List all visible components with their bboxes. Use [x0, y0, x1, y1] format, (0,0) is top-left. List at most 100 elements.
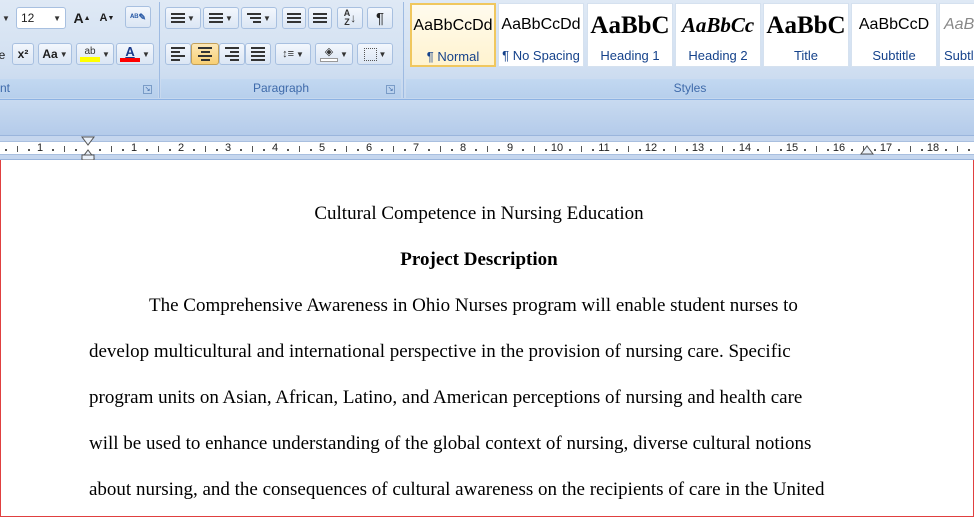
ruler-dot	[639, 149, 641, 151]
align-left-icon	[171, 47, 185, 61]
group-separator	[403, 2, 404, 98]
ruler-half-tick	[393, 146, 394, 152]
ruler-half-tick	[205, 146, 206, 152]
font-size-dropdown[interactable]: 12 ▼	[16, 7, 66, 29]
ruler-dot	[898, 149, 900, 151]
chevron-down-icon: ▼	[225, 13, 233, 23]
chevron-down-icon: ▼	[59, 49, 68, 59]
borders-button[interactable]: ▼	[357, 43, 393, 65]
ruler-number: 10	[550, 142, 564, 154]
ruler-dot	[945, 149, 947, 151]
numbering-button[interactable]: ▼	[203, 7, 239, 29]
ruler-dot	[5, 149, 7, 151]
increase-indent-button[interactable]	[308, 7, 332, 29]
shrink-font-button[interactable]: A ▼	[96, 7, 118, 29]
ruler-dot	[475, 149, 477, 151]
right-indent-marker[interactable]	[860, 143, 874, 155]
ruler-number: 18	[926, 142, 940, 154]
style-heading-2[interactable]: AaBbCc Heading 2	[675, 3, 761, 67]
font-group-label-text: nt	[0, 81, 11, 95]
styles-group-label: Styles	[406, 79, 974, 98]
ruler-dot	[75, 149, 77, 151]
ruler-dot	[240, 149, 242, 151]
font-name-dropdown[interactable]: ▼	[0, 7, 12, 29]
paragraph-line: program units on Asian, African, Latino,…	[89, 387, 803, 408]
superscript-button[interactable]: x²	[12, 43, 34, 65]
first-line-indent-marker[interactable]	[81, 136, 95, 161]
align-right-button[interactable]	[219, 43, 245, 65]
decrease-indent-button[interactable]	[282, 7, 306, 29]
align-left-button[interactable]	[165, 43, 191, 65]
section-heading: Project Description	[400, 249, 558, 270]
style-sample: AaBbC	[766, 12, 846, 39]
ruler-number: 4	[271, 142, 279, 154]
horizontal-ruler[interactable]: 1 1 2 3 4 5 6 7 8 9 10 11 12 13 14 15 16 17 18	[0, 135, 974, 161]
ruler-half-tick	[957, 146, 958, 152]
multilevel-list-icon	[247, 13, 262, 23]
sort-button[interactable]: A Z ↓	[337, 7, 363, 29]
ruler-dot	[827, 149, 829, 151]
ruler-half-tick	[158, 146, 159, 152]
font-color-button[interactable]: A ▼	[116, 43, 154, 65]
ruler-dot	[851, 149, 853, 151]
chevron-down-icon: ▼	[296, 49, 304, 59]
font-dialog-launcher[interactable]: ↘	[143, 85, 152, 94]
ruler-dot	[522, 149, 524, 151]
pilcrow-icon: ¶	[375, 9, 385, 27]
style-subtle-emphasis[interactable]: AaBb Subtl	[939, 3, 974, 67]
ruler-number: 9	[506, 142, 514, 154]
ruler-dot	[404, 149, 406, 151]
ruler-half-tick	[581, 146, 582, 152]
ruler-dot	[169, 149, 171, 151]
strikethrough-button[interactable]: e	[0, 44, 8, 66]
chevron-down-icon: ▼	[187, 13, 195, 23]
ruler-dot	[757, 149, 759, 151]
align-center-icon	[198, 47, 212, 61]
ruler-half-tick	[534, 146, 535, 152]
grow-font-button[interactable]: A ▲	[71, 7, 93, 29]
paragraph-line: develop multicultural and international …	[89, 341, 791, 362]
style-no-spacing[interactable]: AaBbCcDd ¶ No Spacing	[498, 3, 584, 67]
ruler-dot	[334, 149, 336, 151]
shading-button[interactable]: ◈ ▼	[315, 43, 353, 65]
ruler-number: 3	[224, 142, 232, 154]
show-formatting-marks-button[interactable]: ¶	[367, 7, 393, 29]
ruler-half-tick	[17, 146, 18, 152]
change-case-label: Aa	[42, 47, 58, 61]
document-page[interactable]: Cultural Competence in Nursing Education…	[0, 160, 974, 517]
style-normal[interactable]: AaBbCcDd ¶ Normal	[410, 3, 496, 67]
ribbon-bottom-band	[0, 100, 974, 135]
paragraph-line: will be used to enhance understanding of…	[89, 433, 812, 454]
style-heading-1[interactable]: AaBbC Heading 1	[587, 3, 673, 67]
ruler-dot	[310, 149, 312, 151]
style-name: ¶ No Spacing	[502, 48, 580, 63]
justify-button[interactable]	[245, 43, 271, 65]
bullets-button[interactable]: ▼	[165, 7, 201, 29]
font-group: ▼ 12 ▼ A ▲ A ▼ ᴬᴮ✎ e x² Aa ▼ ab ▼ A ▼ nt…	[0, 0, 158, 100]
justify-icon	[251, 47, 265, 61]
font-group-label: nt	[0, 79, 158, 98]
style-subtitle[interactable]: AaBbCcD Subtitle	[851, 3, 937, 67]
paragraph-line: about nursing, and the consequences of c…	[89, 479, 825, 500]
styles-group: AaBbCcDd ¶ Normal AaBbCcDd ¶ No Spacing …	[406, 0, 974, 100]
style-name: Subtl	[944, 48, 974, 63]
ruler-half-tick	[628, 146, 629, 152]
ruler-half-tick	[346, 146, 347, 152]
style-title[interactable]: AaBbC Title	[763, 3, 849, 67]
clear-formatting-button[interactable]: ᴬᴮ✎	[125, 6, 151, 28]
ruler-dot	[733, 149, 735, 151]
ruler-dot	[122, 149, 124, 151]
ruler-dot	[428, 149, 430, 151]
line-spacing-button[interactable]: ↕≡ ▼	[275, 43, 311, 65]
text-highlight-button[interactable]: ab ▼	[76, 43, 114, 65]
ruler-dot	[663, 149, 665, 151]
align-center-button[interactable]	[191, 43, 219, 65]
ruler-dot	[193, 149, 195, 151]
style-sample: AaBb	[944, 16, 974, 33]
multilevel-list-button[interactable]: ▼	[241, 7, 277, 29]
numbering-icon	[209, 13, 224, 23]
ruler-dot	[263, 149, 265, 151]
change-case-button[interactable]: Aa ▼	[38, 43, 72, 65]
ruler-dot	[381, 149, 383, 151]
paragraph-dialog-launcher[interactable]: ↘	[386, 85, 395, 94]
